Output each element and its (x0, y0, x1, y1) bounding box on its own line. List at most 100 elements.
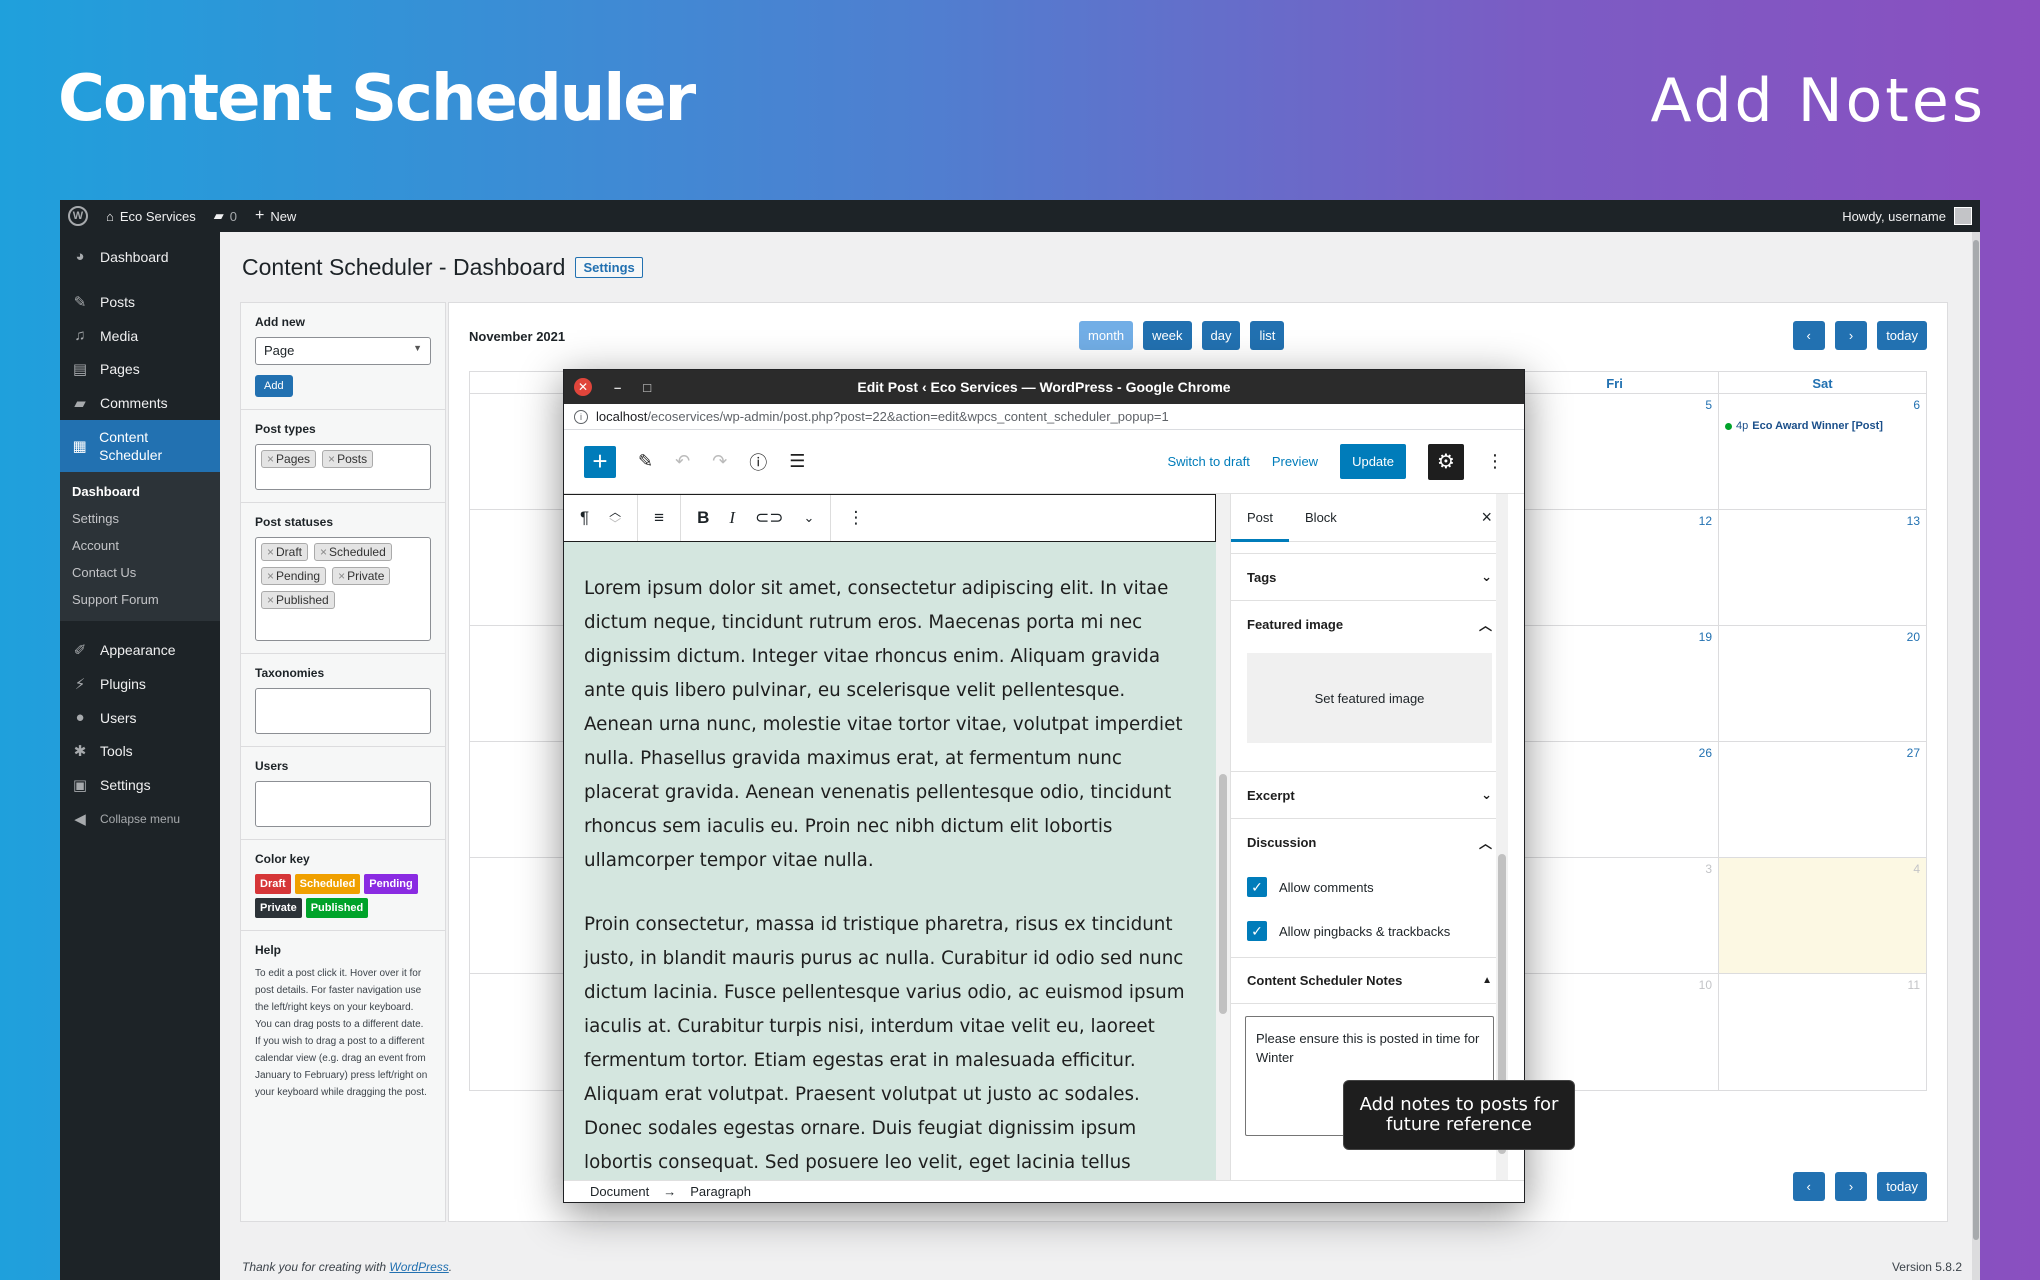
tags-panel-toggle[interactable]: Tags ⌄ (1231, 554, 1508, 600)
day-cell[interactable]: 19 (1510, 626, 1718, 741)
day-cell[interactable]: 27 (1718, 742, 1926, 857)
submenu-dashboard[interactable]: Dashboard (60, 478, 220, 505)
menu-pages[interactable]: ▤ Pages (60, 352, 220, 386)
submenu-support-forum[interactable]: Support Forum (60, 586, 220, 613)
today-button[interactable]: today (1877, 321, 1927, 350)
set-featured-image-button[interactable]: Set featured image (1247, 653, 1492, 743)
more-options-icon[interactable]: ⋮ (1486, 451, 1504, 472)
tab-block[interactable]: Block (1289, 494, 1353, 542)
redo-icon[interactable]: ↷ (712, 451, 727, 472)
info-icon[interactable]: ⓘ (749, 449, 767, 475)
move-up-down-icon[interactable]: ︿ ﹀ (609, 506, 621, 530)
comments-link[interactable]: ▰ 0 (214, 208, 237, 224)
close-icon[interactable]: × (1481, 507, 1492, 528)
menu-plugins[interactable]: ⚡ Plugins (60, 667, 220, 701)
settings-gear-icon[interactable]: ⚙ (1428, 443, 1464, 480)
page-scrollbar[interactable] (1972, 232, 1980, 1280)
sidebar-scrollbar[interactable] (1496, 494, 1508, 1180)
menu-appearance[interactable]: ✐ Appearance (60, 633, 220, 667)
view-list-button[interactable]: list (1250, 321, 1285, 350)
submenu-contact-us[interactable]: Contact Us (60, 559, 220, 586)
status-tag[interactable]: × Published (261, 591, 335, 609)
day-cell[interactable]: 3 (1510, 858, 1718, 973)
view-day-button[interactable]: day (1201, 321, 1241, 350)
minimize-icon[interactable]: – (614, 380, 621, 395)
day-cell[interactable]: 10 (1510, 974, 1718, 1090)
view-week-button[interactable]: week (1143, 321, 1192, 350)
switch-to-draft-button[interactable]: Switch to draft (1167, 454, 1249, 469)
post-content[interactable]: Lorem ipsum dolor sit amet, consectetur … (564, 542, 1216, 1180)
paragraph-block[interactable]: Lorem ipsum dolor sit amet, consectetur … (584, 572, 1196, 878)
preview-button[interactable]: Preview (1272, 454, 1318, 469)
more-options-icon[interactable]: ⋮ (847, 508, 864, 528)
notes-panel-toggle[interactable]: Content Scheduler Notes ▲ (1231, 958, 1508, 1004)
address-bar[interactable]: i localhost/ecoservices/wp-admin/post.ph… (564, 404, 1524, 430)
status-tag[interactable]: × Scheduled (314, 543, 392, 561)
day-cell[interactable]: 11 (1718, 974, 1926, 1090)
link-icon[interactable]: ⊂⊃ (755, 508, 784, 528)
calendar-event[interactable]: 4p Eco Award Winner [Post] (1725, 420, 1883, 432)
menu-media[interactable]: ♫ Media (60, 319, 220, 352)
post-type-tag[interactable]: × Posts (322, 450, 374, 468)
excerpt-toggle[interactable]: Excerpt ⌄ (1231, 772, 1508, 818)
users-input[interactable] (255, 781, 431, 827)
settings-button[interactable]: Settings (575, 257, 643, 278)
site-name-link[interactable]: ⌂ Eco Services (106, 209, 196, 224)
breadcrumb-paragraph[interactable]: Paragraph (690, 1184, 751, 1199)
submenu-settings[interactable]: Settings (60, 505, 220, 532)
day-cell[interactable]: 12 (1510, 510, 1718, 625)
taxonomies-input[interactable] (255, 688, 431, 734)
post-statuses-input[interactable]: × Draft × Scheduled × Pending × Private × Pub… (255, 537, 431, 641)
menu-dashboard[interactable]: ◕ Dashboard (60, 240, 220, 273)
prev-button[interactable]: ‹ (1792, 321, 1825, 350)
breadcrumb-document[interactable]: Document (590, 1184, 649, 1199)
add-button[interactable]: Add (255, 375, 293, 397)
align-icon[interactable]: ≡ (654, 508, 664, 528)
tab-post[interactable]: Post (1231, 494, 1289, 542)
submenu-account[interactable]: Account (60, 532, 220, 559)
status-tag[interactable]: × Private (332, 567, 391, 585)
bold-icon[interactable]: B (697, 508, 709, 528)
next-button[interactable]: › (1834, 321, 1868, 350)
collapse-menu[interactable]: ◀ Collapse menu (60, 802, 220, 836)
menu-posts[interactable]: ✎ Posts (60, 285, 220, 319)
post-types-input[interactable]: × Pages × Posts (255, 444, 431, 490)
post-type-tag[interactable]: × Pages (261, 450, 317, 468)
menu-comments[interactable]: ▰ Comments (60, 386, 220, 420)
italic-icon[interactable]: I (729, 508, 735, 528)
menu-content-scheduler[interactable]: ▦ Content Scheduler (60, 420, 220, 472)
status-tag[interactable]: × Draft (261, 543, 309, 561)
chevron-down-icon[interactable]: ⌄ (804, 510, 815, 526)
maximize-icon[interactable]: □ (643, 380, 651, 395)
editor-scrollbar[interactable] (1216, 494, 1230, 1180)
list-view-icon[interactable]: ☰ (789, 451, 805, 472)
today-button[interactable]: today (1877, 1172, 1927, 1201)
status-tag[interactable]: × Pending (261, 567, 327, 585)
pencil-icon[interactable]: ✎ (638, 451, 653, 472)
wordpress-logo-icon[interactable]: W (68, 206, 88, 226)
featured-image-toggle[interactable]: Featured image ︿ (1231, 601, 1508, 647)
paragraph-icon[interactable]: ¶ (580, 508, 589, 528)
add-new-select[interactable]: Page ▼ (255, 337, 431, 365)
wordpress-link[interactable]: WordPress (389, 1260, 448, 1274)
prev-button[interactable]: ‹ (1792, 1172, 1825, 1201)
update-button[interactable]: Update (1340, 444, 1406, 479)
menu-tools[interactable]: ✱ Tools (60, 734, 220, 768)
today-cell[interactable]: 4 (1718, 858, 1926, 973)
add-block-button[interactable]: + (584, 445, 616, 478)
allow-pingbacks-checkbox[interactable]: ✓ (1247, 921, 1267, 941)
day-cell[interactable]: 6 4p Eco Award Winner [Post] (1718, 394, 1926, 509)
close-icon[interactable]: ✕ (574, 378, 592, 396)
day-cell[interactable]: 20 (1718, 626, 1926, 741)
day-cell[interactable]: 5 (1510, 394, 1718, 509)
allow-comments-checkbox[interactable]: ✓ (1247, 877, 1267, 897)
menu-users[interactable]: ● Users (60, 701, 220, 734)
next-button[interactable]: › (1834, 1172, 1868, 1201)
day-cell[interactable]: 26 (1510, 742, 1718, 857)
discussion-toggle[interactable]: Discussion ︿ (1231, 819, 1508, 865)
view-month-button[interactable]: month (1079, 321, 1134, 350)
account-menu[interactable]: Howdy, username (1842, 207, 1972, 225)
paragraph-block[interactable]: Proin consectetur, massa id tristique ph… (584, 908, 1196, 1180)
day-cell[interactable]: 13 (1718, 510, 1926, 625)
info-icon[interactable]: i (574, 409, 588, 424)
